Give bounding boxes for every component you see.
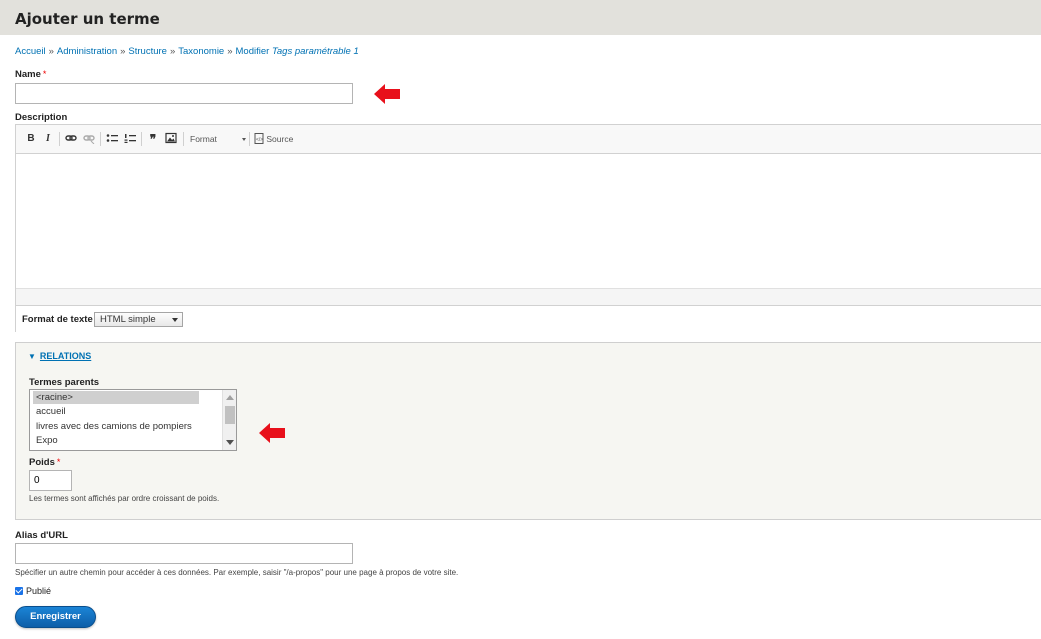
list-item[interactable]: Expo <box>33 434 199 447</box>
breadcrumb-administration[interactable]: Administration <box>57 46 117 57</box>
relations-legend-label: RELATIONS <box>39 351 92 361</box>
description-label: Description <box>15 112 68 123</box>
bold-button[interactable]: B <box>26 132 36 146</box>
list-item[interactable]: livres avec des camions de pompiers <box>33 420 199 433</box>
scroll-down-icon[interactable] <box>226 440 234 445</box>
link-icon <box>65 135 77 141</box>
unlink-icon <box>83 135 95 145</box>
link-button[interactable] <box>65 132 77 146</box>
editor-resize-bar[interactable] <box>16 288 1041 306</box>
description-editor: B I ❞ Format </> Source Format de texte … <box>15 124 1041 332</box>
weight-label-text: Poids <box>29 457 55 468</box>
breadcrumb-accueil[interactable]: Accueil <box>15 46 46 57</box>
url-alias-help: Spécifier un autre chemin pour accéder à… <box>15 568 459 577</box>
text-format-label: Format de texte <box>22 314 93 325</box>
breadcrumb-separator: » <box>169 46 176 57</box>
parents-label: Termes parents <box>29 377 100 388</box>
format-dropdown-label: Format <box>190 134 217 144</box>
source-button-label: Source <box>266 134 294 144</box>
breadcrumb-structure[interactable]: Structure <box>128 46 167 57</box>
published-checkbox[interactable] <box>15 587 23 595</box>
name-label: Name * <box>15 69 46 80</box>
page-header: Ajouter un terme <box>0 0 1041 35</box>
breadcrumb-separator: » <box>120 46 126 57</box>
required-mark: * <box>56 457 61 467</box>
required-mark: * <box>42 69 47 79</box>
italic-button[interactable]: I <box>43 132 53 146</box>
toolbar-separator <box>141 132 142 146</box>
breadcrumb-modifier[interactable]: Modifier <box>236 46 270 57</box>
bulleted-list-icon <box>106 134 118 142</box>
svg-text:</>: </> <box>256 137 263 143</box>
toolbar-separator <box>183 132 184 146</box>
scroll-up-icon[interactable] <box>226 395 234 400</box>
chevron-down-icon <box>242 138 246 141</box>
breadcrumb-separator: » <box>48 46 54 57</box>
annotation-arrow-icon <box>374 84 400 104</box>
scroll-thumb[interactable] <box>225 406 235 424</box>
editor-toolbar: B I ❞ Format </> Source <box>16 125 1041 154</box>
weight-help: Les termes sont affichés par ordre crois… <box>29 494 220 503</box>
url-alias-input[interactable] <box>15 543 353 564</box>
bulleted-list-button[interactable] <box>106 132 118 146</box>
blockquote-button[interactable]: ❞ <box>147 132 159 146</box>
listbox-scrollbar[interactable] <box>222 390 236 450</box>
weight-input[interactable] <box>29 470 72 491</box>
list-item[interactable]: <racine> <box>33 391 199 404</box>
list-item[interactable]: accueil <box>33 405 199 418</box>
published-label[interactable]: Publié <box>26 586 51 596</box>
chevron-down-icon <box>172 318 178 322</box>
relations-fieldset: ▼ RELATIONS Termes parents <racine> accue… <box>15 342 1041 520</box>
url-alias-label: Alias d'URL <box>15 530 68 541</box>
image-icon <box>165 132 177 144</box>
breadcrumb-separator: » <box>227 46 233 57</box>
numbered-list-button[interactable] <box>124 132 136 146</box>
name-label-text: Name <box>15 69 41 80</box>
page-title: Ajouter un terme <box>15 10 160 28</box>
text-format-select[interactable]: HTML simple <box>94 312 183 327</box>
unlink-button[interactable] <box>83 132 95 146</box>
toolbar-separator <box>100 132 101 146</box>
annotation-arrow-icon <box>259 423 285 443</box>
description-textarea[interactable] <box>16 154 1041 288</box>
breadcrumb: Accueil» Administration» Structure» Taxonom… <box>15 46 359 57</box>
text-format-row: Format de texte HTML simple <box>16 306 1041 332</box>
parents-listbox[interactable]: <racine> accueil livres avec des camions… <box>29 389 237 451</box>
source-button[interactable]: </> Source <box>254 132 294 146</box>
relations-toggle[interactable]: ▼ RELATIONS <box>28 351 91 361</box>
source-icon: </> <box>254 133 264 144</box>
image-button[interactable] <box>165 132 177 146</box>
breadcrumb-taxonomie[interactable]: Taxonomie <box>178 46 224 57</box>
numbered-list-icon <box>124 134 136 143</box>
save-button[interactable]: Enregistrer <box>15 606 96 628</box>
toolbar-separator <box>59 132 60 146</box>
toolbar-separator <box>249 132 250 146</box>
text-format-value: HTML simple <box>100 314 156 325</box>
name-input[interactable] <box>15 83 353 104</box>
weight-label: Poids * <box>29 457 60 468</box>
format-dropdown[interactable]: Format <box>190 132 246 146</box>
triangle-down-icon: ▼ <box>28 352 36 361</box>
breadcrumb-current[interactable]: Tags paramétrable 1 <box>272 46 359 57</box>
